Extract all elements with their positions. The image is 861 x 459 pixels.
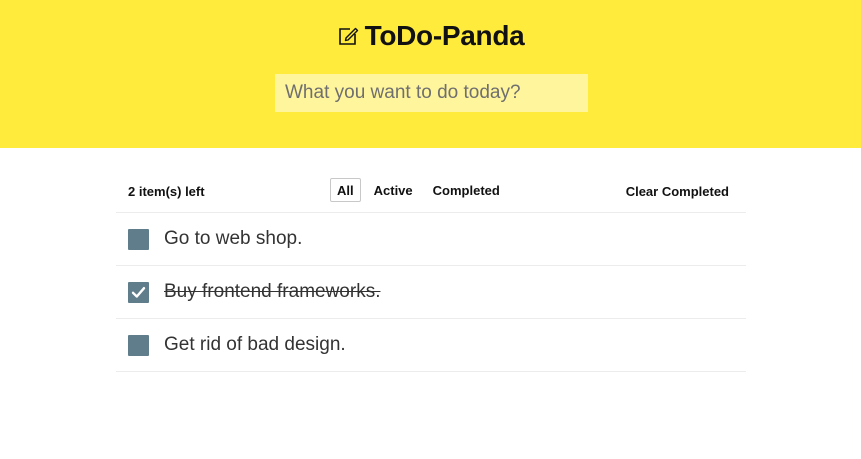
items-left-count: 2 item(s) left xyxy=(128,184,205,199)
todo-checkbox[interactable] xyxy=(128,281,149,303)
app-title: ToDo-Panda xyxy=(364,20,525,51)
filter-active[interactable]: Active xyxy=(367,178,420,202)
todo-item: Buy frontend frameworks. xyxy=(116,266,746,319)
clear-completed-button[interactable]: Clear Completed xyxy=(626,184,729,199)
app-header: ToDo-Panda xyxy=(0,0,861,148)
todo-item: Get rid of bad design. xyxy=(116,319,746,372)
title-row: ToDo-Panda xyxy=(0,20,861,52)
checkmark-icon xyxy=(131,286,146,298)
todo-checkbox[interactable] xyxy=(128,228,149,250)
todo-label[interactable]: Buy frontend frameworks. xyxy=(164,281,380,303)
todo-main: 2 item(s) left All Active Completed Clea… xyxy=(116,170,746,372)
todo-label[interactable]: Get rid of bad design. xyxy=(164,334,346,356)
filter-all[interactable]: All xyxy=(330,178,361,202)
new-todo-input[interactable] xyxy=(275,74,588,112)
todo-label[interactable]: Go to web shop. xyxy=(164,228,302,250)
footer-toolbar: 2 item(s) left All Active Completed Clea… xyxy=(116,170,746,213)
edit-icon xyxy=(337,25,359,47)
filter-completed[interactable]: Completed xyxy=(426,178,507,202)
todo-item: Go to web shop. xyxy=(116,213,746,266)
todo-checkbox[interactable] xyxy=(128,334,149,356)
todo-list: Go to web shop. Buy frontend frameworks.… xyxy=(116,213,746,372)
filter-group: All Active Completed xyxy=(330,178,513,202)
